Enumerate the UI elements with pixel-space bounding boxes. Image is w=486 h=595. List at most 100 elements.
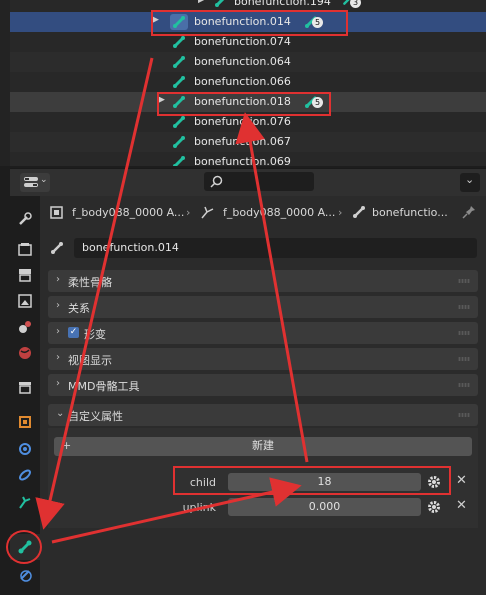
remove-property-button[interactable]: ✕ <box>456 498 467 513</box>
panel-title: 柔性骨骼 <box>68 276 112 289</box>
object-data-icon <box>50 206 63 219</box>
expand-arrow-icon[interactable]: ▶ <box>198 0 205 5</box>
chevron-down-icon: ⌄ <box>56 408 65 419</box>
panel-viewport-display[interactable]: › 视图显示 <box>48 348 478 370</box>
drag-handle-icon[interactable] <box>458 305 470 309</box>
bone-icon <box>173 136 185 148</box>
panel-mmd-bone-tools[interactable]: › MMD骨骼工具 <box>48 374 478 396</box>
outliner-item-label: bonefunction.067 <box>194 135 291 148</box>
world-icon <box>19 347 31 359</box>
outliner-row[interactable]: bonefunction.066 <box>10 72 486 92</box>
property-value-uplink[interactable]: 0.000 <box>228 498 421 516</box>
panel-title: 视图显示 <box>68 354 112 367</box>
collection-icon <box>19 382 31 394</box>
bone-icon <box>173 56 185 68</box>
drag-handle-icon[interactable] <box>458 357 470 361</box>
properties-panel: f_body088_0000 A... › f_body088_0000 A..… <box>40 196 486 595</box>
chevron-right-icon: › <box>56 300 60 311</box>
breadcrumb-object: f_body088_0000 A... <box>72 206 185 219</box>
bone-icon <box>353 206 365 218</box>
remove-property-button[interactable]: ✕ <box>456 473 467 488</box>
outliner-row[interactable]: bonefunction.064 <box>10 52 486 72</box>
output-icon <box>19 269 31 282</box>
annotation-circle-bone-tab <box>6 530 42 564</box>
chevron-down-icon: ⌄ <box>40 175 48 185</box>
outliner-row[interactable]: bonefunction.067 <box>10 132 486 152</box>
search-icon <box>210 175 223 188</box>
bone-icon <box>173 76 185 88</box>
constraints-icon <box>19 469 31 481</box>
new-property-button[interactable]: + 新建 <box>54 437 472 456</box>
annotation-box-child-bone <box>157 92 331 116</box>
panel-custom-properties[interactable]: ⌄ 自定义属性 <box>48 404 478 426</box>
breadcrumb-separator-icon: › <box>338 206 343 219</box>
drag-handle-icon[interactable] <box>458 413 470 417</box>
transform-checkbox[interactable]: ✓ <box>68 327 79 338</box>
bone-constraint-icon <box>20 570 32 582</box>
panel-title: 关系 <box>68 302 90 315</box>
drag-handle-icon[interactable] <box>458 331 470 335</box>
render-icon <box>18 243 32 256</box>
chevron-right-icon: › <box>56 274 60 285</box>
tab-scene[interactable] <box>10 314 40 340</box>
tab-bone-constraints[interactable] <box>10 562 40 588</box>
drag-handle-icon[interactable] <box>458 279 470 283</box>
view-layer-icon <box>18 294 32 308</box>
properties-header: ⌄ ⌄ <box>10 168 486 196</box>
tab-object[interactable] <box>10 409 40 435</box>
editor-type-icon <box>24 177 38 187</box>
outliner-item-label: bonefunction.066 <box>194 75 291 88</box>
editor-type-button[interactable]: ⌄ <box>20 173 50 192</box>
pin-icon[interactable] <box>462 205 476 219</box>
annotation-box-child-property <box>173 466 451 495</box>
property-label-uplink: uplink <box>182 501 216 514</box>
drag-handle-icon[interactable] <box>458 383 470 387</box>
bone-icon <box>51 242 63 254</box>
plus-icon: + <box>62 439 72 452</box>
tab-view-layer[interactable] <box>10 288 40 314</box>
panel-title: 自定义属性 <box>68 410 123 423</box>
tab-armature-data[interactable] <box>10 490 40 516</box>
bone-name-text: bonefunction.014 <box>82 241 179 254</box>
panel-title: 形变 <box>84 328 106 341</box>
options-dropdown-button[interactable]: ⌄ <box>460 173 480 192</box>
tab-constraints[interactable] <box>10 462 40 488</box>
armature-icon <box>19 496 31 509</box>
search-input[interactable] <box>204 172 314 191</box>
physics-icon <box>19 443 31 455</box>
new-property-label: 新建 <box>252 439 274 452</box>
scene-icon <box>19 321 31 333</box>
panel-relations[interactable]: › 关系 <box>48 296 478 318</box>
bone-name-field[interactable]: bonefunction.014 <box>74 238 477 258</box>
gear-icon[interactable] <box>427 500 441 514</box>
outliner-item-label: bonefunction.194 <box>234 0 331 8</box>
chevron-right-icon: › <box>56 378 60 389</box>
breadcrumb-armature: f_body088_0000 A... <box>223 206 336 219</box>
tab-modifiers[interactable] <box>10 436 40 462</box>
tab-collection[interactable] <box>10 374 40 400</box>
bone-icon <box>215 0 225 7</box>
tab-tool[interactable] <box>10 206 40 232</box>
left-strip <box>0 0 10 166</box>
outliner-item-label: bonefunction.074 <box>194 35 291 48</box>
bone-icon <box>173 36 185 48</box>
tool-icon <box>19 212 32 225</box>
chevron-right-icon: › <box>56 326 60 337</box>
tab-render[interactable] <box>10 236 40 262</box>
outliner-row[interactable]: bonefunction.069 <box>10 152 486 166</box>
annotation-box-selected-bone <box>151 10 348 36</box>
tab-world[interactable] <box>10 340 40 366</box>
outliner-item-label: bonefunction.076 <box>194 115 291 128</box>
object-icon <box>19 416 31 428</box>
panel-title: MMD骨骼工具 <box>68 380 140 393</box>
child-count-badge: 3 <box>350 0 361 8</box>
panel-bendy-bones[interactable]: › 柔性骨骼 <box>48 270 478 292</box>
tab-output[interactable] <box>10 262 40 288</box>
armature-icon <box>201 206 214 219</box>
chevron-right-icon: › <box>56 352 60 363</box>
chevron-down-icon: ⌄ <box>465 173 475 186</box>
panel-transform[interactable]: › ✓ 形变 <box>48 322 478 344</box>
outliner-item-label: bonefunction.069 <box>194 155 291 166</box>
breadcrumb-bone: bonefunctio... <box>372 206 448 219</box>
outliner-item-label: bonefunction.064 <box>194 55 291 68</box>
